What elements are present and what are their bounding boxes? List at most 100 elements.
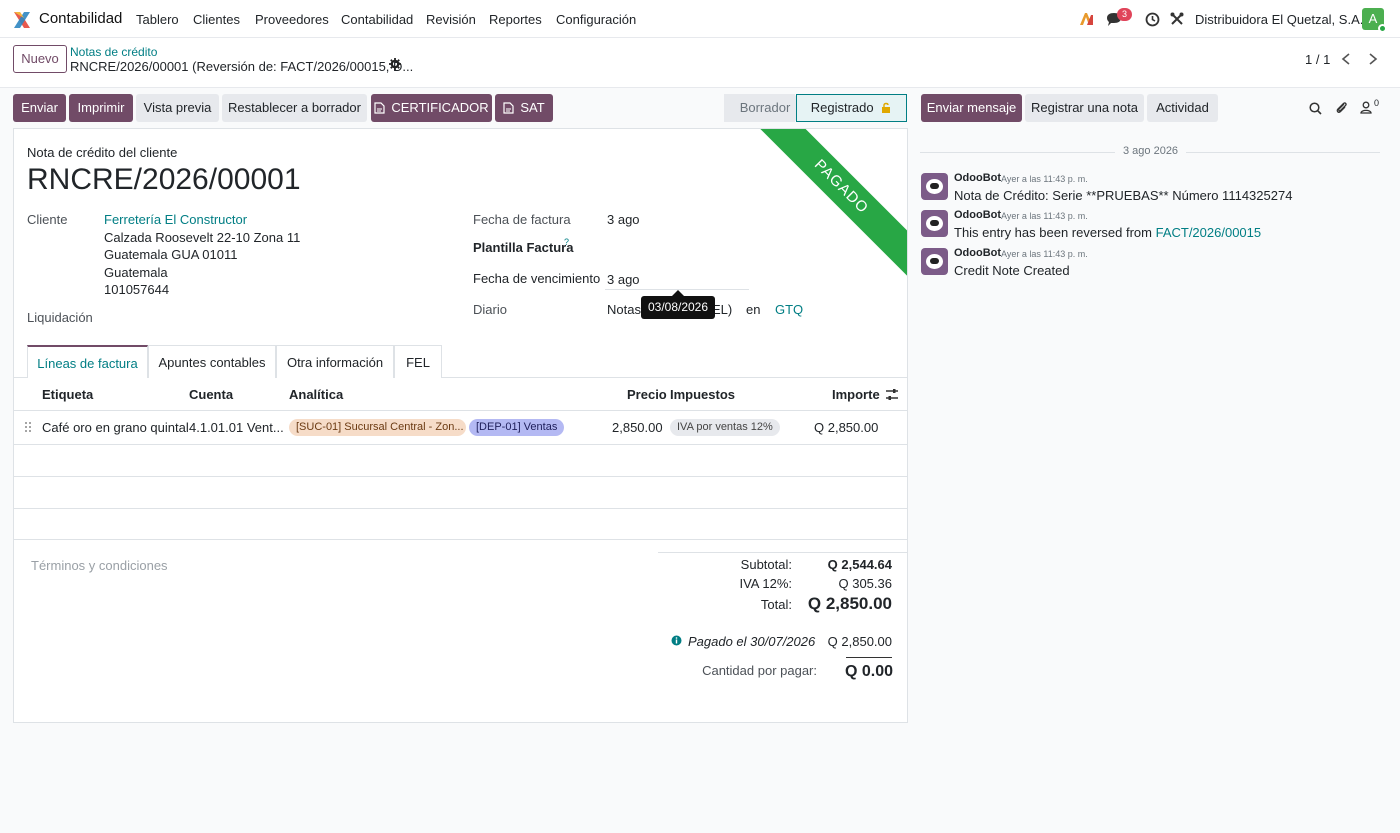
iva-label: IVA 12%:	[739, 576, 792, 591]
line-price[interactable]: 2,850.00	[612, 420, 663, 435]
breadcrumb-parent[interactable]: Notas de crédito	[70, 45, 157, 59]
column-amount[interactable]: Importe	[832, 387, 880, 402]
customer-label: Cliente	[27, 212, 68, 227]
currency-link[interactable]: GTQ	[775, 302, 803, 317]
menu-proveedores[interactable]: Proveedores	[255, 12, 329, 27]
pager-next-icon[interactable]	[1368, 53, 1378, 65]
column-price[interactable]: Precio	[627, 387, 667, 402]
menu-tablero[interactable]: Tablero	[136, 12, 179, 27]
journal-label: Diario	[473, 302, 507, 317]
paperclip-icon[interactable]	[1334, 100, 1348, 115]
tax-tag[interactable]: IVA por ventas 12%	[670, 419, 780, 436]
message-author[interactable]: OdooBot	[954, 209, 1001, 221]
tab-invoice-lines[interactable]: Líneas de factura	[27, 345, 148, 378]
journal-value-start[interactable]: Notas	[607, 302, 641, 317]
activity-clock-icon[interactable]	[1145, 12, 1160, 27]
avatar-letter: A	[1368, 11, 1378, 26]
pdf-file-icon	[503, 102, 514, 114]
log-note-button[interactable]: Registrar una nota	[1025, 94, 1144, 122]
settlement-label: Liquidación	[27, 310, 93, 325]
due-date-value[interactable]: 3 ago	[607, 272, 640, 287]
row-divider	[14, 508, 907, 509]
message-author[interactable]: OdooBot	[954, 172, 1001, 184]
invoice-date-label: Fecha de factura	[473, 212, 571, 227]
message-body: Credit Note Created	[954, 263, 1070, 278]
totals-divider	[658, 552, 907, 553]
amount-due-value: Q 0.00	[844, 663, 893, 680]
menu-configuracion[interactable]: Configuración	[556, 12, 636, 27]
reset-to-draft-button[interactable]: Restablecer a borrador	[222, 94, 367, 122]
app-name[interactable]: Contabilidad	[39, 10, 122, 27]
amount-due-label: Cantidad por pagar:	[702, 663, 817, 678]
odoobot-avatar[interactable]	[921, 173, 948, 200]
tab-other-info[interactable]: Otra información	[276, 345, 394, 378]
pdf-file-icon	[374, 102, 385, 114]
ai-assistant-icon[interactable]	[1078, 11, 1094, 27]
menu-clientes[interactable]: Clientes	[193, 12, 240, 27]
message-timestamp: Ayer a las 11:43 p. m.	[1001, 211, 1088, 221]
top-navbar: Contabilidad Tablero Clientes Proveedore…	[0, 0, 1400, 38]
send-button[interactable]: Enviar	[13, 94, 66, 122]
message-author[interactable]: OdooBot	[954, 247, 1001, 259]
payment-amount: Q 2,850.00	[827, 634, 892, 649]
pager-value[interactable]: 1 / 1	[1305, 52, 1330, 67]
messages-count-badge: 3	[1117, 8, 1132, 21]
status-draft[interactable]: Borrador	[724, 94, 806, 122]
message-timestamp: Ayer a las 11:43 p. m.	[1001, 249, 1088, 259]
debug-tools-icon[interactable]	[1170, 12, 1184, 26]
reversed-invoice-link[interactable]: FACT/2026/00015	[1156, 225, 1262, 240]
iva-value: Q 305.36	[838, 576, 893, 591]
message-body: This entry has been reversed from FACT/2…	[954, 225, 1261, 240]
menu-reportes[interactable]: Reportes	[489, 12, 542, 27]
info-circle-icon[interactable]	[671, 635, 682, 646]
odoobot-avatar[interactable]	[921, 248, 948, 275]
customer-link[interactable]: Ferretería El Constructor	[104, 212, 247, 227]
activity-button[interactable]: Actividad	[1147, 94, 1218, 122]
new-button[interactable]: Nuevo	[13, 45, 67, 73]
invoice-date-value[interactable]: 3 ago	[607, 212, 640, 227]
preview-button[interactable]: Vista previa	[136, 94, 219, 122]
certifier-button[interactable]: CERTIFICADOR	[371, 94, 492, 122]
total-value: Q 2,850.00	[807, 594, 892, 613]
column-taxes[interactable]: Impuestos	[670, 387, 735, 402]
analytic-tag-department[interactable]: [DEP-01] Ventas	[469, 419, 565, 436]
followers-icon[interactable]	[1360, 101, 1372, 114]
due-date-label: Fecha de vencimiento	[473, 271, 601, 286]
send-message-button[interactable]: Enviar mensaje	[921, 94, 1022, 122]
subtotal-value: Q 2,544.64	[827, 557, 892, 572]
terms-and-conditions-input[interactable]: Términos y condiciones	[31, 558, 168, 573]
odoobot-avatar[interactable]	[921, 210, 948, 237]
status-posted[interactable]: Registrado	[796, 94, 907, 122]
print-button[interactable]: Imprimir	[69, 94, 133, 122]
search-icon[interactable]	[1309, 102, 1322, 115]
pager-previous-icon[interactable]	[1341, 53, 1351, 65]
optional-columns-icon[interactable]	[885, 388, 899, 401]
date-tooltip: 03/08/2026	[641, 290, 715, 319]
date-separator: 3 ago 2026	[920, 145, 1380, 159]
tab-journal-items[interactable]: Apuntes contables	[148, 345, 276, 378]
sat-label: SAT	[520, 100, 545, 115]
template-help-icon[interactable]: ?	[564, 237, 569, 247]
line-amount: Q 2,850.00	[814, 420, 879, 435]
row-divider	[14, 476, 907, 477]
unlock-icon	[882, 102, 891, 113]
analytic-tag-branch[interactable]: [SUC-01] Sucursal Central - Zon...	[289, 419, 466, 436]
line-label[interactable]: Café oro en grano quintal	[42, 420, 189, 435]
column-analytic[interactable]: Analítica	[289, 387, 343, 402]
column-account[interactable]: Cuenta	[189, 387, 233, 402]
customer-address-line-1: Calzada Roosevelt 22-10 Zona 11	[104, 230, 301, 245]
drag-handle-icon[interactable]	[24, 421, 32, 433]
accounting-app-icon[interactable]	[12, 10, 32, 30]
journal-value-end[interactable]: EL)	[712, 302, 732, 317]
tab-fel[interactable]: FEL	[394, 345, 442, 378]
user-avatar[interactable]: A	[1362, 8, 1387, 33]
gear-icon[interactable]	[389, 58, 401, 70]
status-posted-label: Registrado	[810, 100, 874, 115]
company-switcher[interactable]: Distribuidora El Quetzal, S.A.	[1195, 12, 1363, 27]
line-account[interactable]: 4.1.01.01 Vent...	[189, 420, 284, 435]
menu-contabilidad[interactable]: Contabilidad	[341, 12, 413, 27]
sat-button[interactable]: SAT	[495, 94, 553, 122]
online-status-dot	[1378, 24, 1387, 33]
column-label[interactable]: Etiqueta	[42, 387, 93, 402]
menu-revision[interactable]: Revisión	[426, 12, 476, 27]
